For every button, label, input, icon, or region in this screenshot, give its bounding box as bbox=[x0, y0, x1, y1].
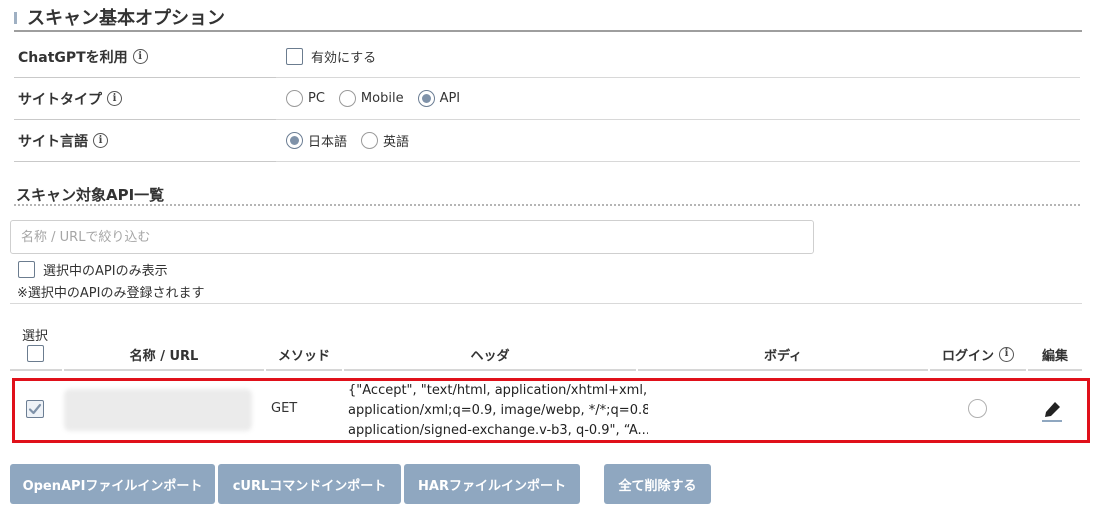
radio-en[interactable] bbox=[361, 132, 379, 149]
divider bbox=[10, 303, 1082, 304]
site-lang-en[interactable]: 英語 bbox=[361, 131, 409, 150]
check-icon bbox=[28, 403, 42, 415]
site-type-label: サイトタイプ bbox=[18, 91, 102, 108]
site-type-mobile[interactable]: Mobile bbox=[338, 90, 404, 107]
chatgpt-enable-label: 有効にする bbox=[311, 51, 377, 66]
chatgpt-enable-checkbox[interactable] bbox=[286, 48, 303, 65]
row-header-value: {"Accept", "text/html, application/xhtml… bbox=[348, 383, 648, 438]
header-underline bbox=[930, 369, 1026, 371]
header-underline bbox=[1028, 369, 1082, 371]
header-underline bbox=[266, 369, 342, 371]
section-header: スキャン基本オプション bbox=[14, 4, 1082, 32]
selection-note: ※選択中のAPIのみ登録されます bbox=[17, 286, 205, 301]
header-underline bbox=[638, 369, 928, 371]
row-login-radio[interactable] bbox=[968, 399, 987, 418]
info-icon[interactable]: i bbox=[999, 346, 1014, 362]
col-header-header: ヘッダ bbox=[470, 348, 510, 364]
api-filter-input[interactable] bbox=[10, 220, 814, 254]
only-selected-checkbox[interactable] bbox=[18, 261, 35, 278]
openapi-import-button[interactable]: OpenAPIファイルインポート bbox=[10, 464, 215, 504]
row-method: GET bbox=[271, 401, 298, 416]
only-selected-toggle[interactable]: 選択中のAPIのみ表示 bbox=[18, 260, 168, 279]
option-row-site-type: サイトタイプ i PC Mobile API bbox=[14, 78, 1080, 120]
radio-ja[interactable] bbox=[286, 132, 303, 149]
har-import-button[interactable]: HARファイルインポート bbox=[404, 464, 580, 504]
option-row-site-lang: サイト言語 i 日本語 英語 bbox=[14, 120, 1080, 162]
section-marker bbox=[14, 12, 17, 24]
section-title: スキャン基本オプション bbox=[27, 8, 225, 29]
only-selected-label: 選択中のAPIのみ表示 bbox=[43, 264, 168, 279]
col-body-header: ボディ bbox=[763, 348, 803, 364]
header-underline bbox=[64, 369, 264, 371]
col-edit-header: 編集 bbox=[1041, 348, 1068, 364]
api-list-title: スキャン対象API一覧 bbox=[16, 186, 165, 204]
site-lang-label: サイト言語 bbox=[18, 133, 88, 150]
row-select-checkbox[interactable] bbox=[26, 400, 44, 418]
curl-import-button[interactable]: cURLコマンドインポート bbox=[218, 464, 401, 504]
col-select-header: 選択 bbox=[22, 329, 49, 344]
header-underline bbox=[10, 369, 62, 371]
pencil-icon[interactable] bbox=[1040, 396, 1064, 428]
site-lang-ja[interactable]: 日本語 bbox=[286, 131, 347, 150]
radio-mobile[interactable] bbox=[338, 90, 356, 107]
select-all-checkbox[interactable] bbox=[27, 345, 44, 362]
radio-api[interactable] bbox=[417, 90, 435, 107]
info-icon[interactable]: i bbox=[93, 133, 108, 148]
site-type-pc[interactable]: PC bbox=[286, 90, 325, 107]
option-row-chatgpt: ChatGPTを利用 i 有効にする bbox=[14, 36, 1080, 78]
col-login-header: ログイン i bbox=[930, 343, 1026, 365]
col-method-header: メソッド bbox=[277, 348, 330, 364]
header-underline bbox=[344, 369, 636, 371]
chatgpt-label: ChatGPTを利用 bbox=[18, 49, 128, 66]
divider bbox=[14, 204, 1080, 206]
delete-all-button[interactable]: 全て削除する bbox=[604, 464, 711, 504]
radio-pc[interactable] bbox=[286, 90, 303, 107]
info-icon[interactable]: i bbox=[107, 91, 122, 106]
row-name-url-redacted bbox=[64, 389, 252, 431]
col-name-header: 名称 / URL bbox=[129, 348, 199, 364]
site-type-api[interactable]: API bbox=[417, 90, 460, 107]
info-icon[interactable]: i bbox=[132, 49, 148, 64]
